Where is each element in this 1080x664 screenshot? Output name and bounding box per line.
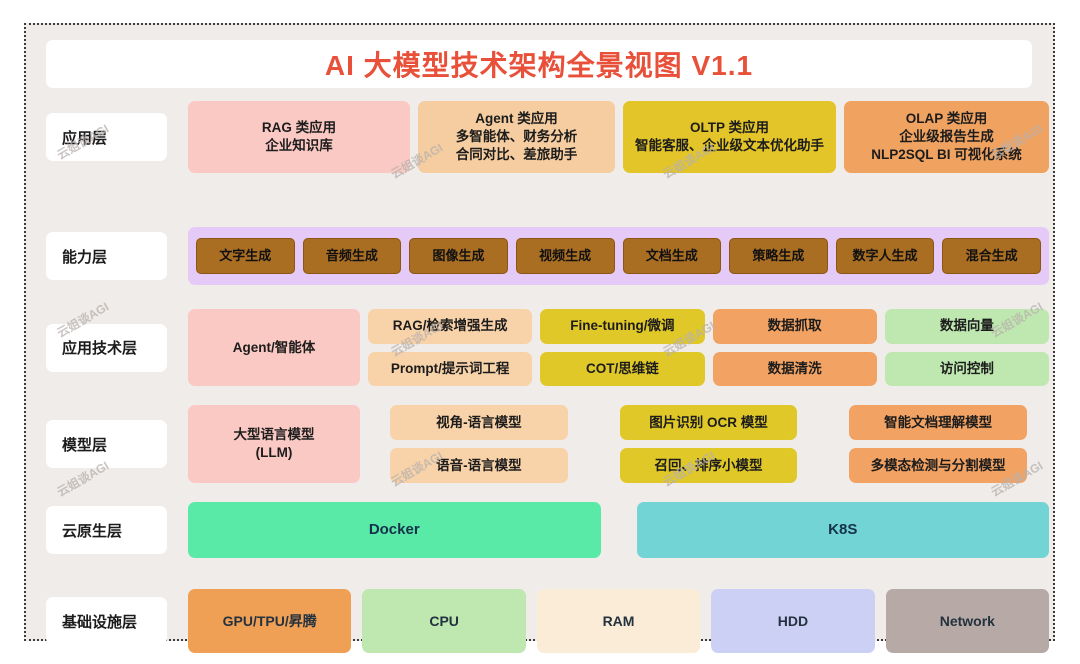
layer-row-application: 应用层 RAG 类应用 企业知识库 Agent 类应用 多智能体、财务分析 合同… bbox=[46, 101, 1049, 173]
layer-body-infrastructure: GPU/TPU/昇腾 CPU RAM HDD Network bbox=[188, 589, 1050, 653]
layer-body-cloud-native: Docker K8S bbox=[188, 502, 1049, 558]
model-chip-ocr[interactable]: 图片识别 OCR 模型 bbox=[619, 405, 798, 440]
app-card-oltp-line-2: 智能客服、企业级文本优化助手 bbox=[635, 138, 824, 153]
app-tech-column-agent: Agent/智能体 bbox=[188, 309, 360, 386]
model-chip-multimodal-segmentation[interactable]: 多模态检测与分割模型 bbox=[849, 448, 1028, 483]
model-chip-speech-language[interactable]: 语音-语言模型 bbox=[390, 448, 568, 483]
app-card-olap-line-3: NLP2SQL BI 可视化系统 bbox=[871, 146, 1022, 162]
layer-body-app-tech: Agent/智能体 RAG/检索增强生成 Prompt/提示词工程 Fine-t… bbox=[188, 309, 1049, 386]
app-card-olap[interactable]: OLAP 类应用 企业级报告生成 NLP2SQL BI 可视化系统 bbox=[844, 101, 1049, 173]
app-tech-chip-data-crawl[interactable]: 数据抓取 bbox=[712, 309, 877, 344]
app-tech-column-data: 数据抓取 数据清洗 bbox=[712, 309, 877, 386]
app-card-oltp[interactable]: OLTP 类应用 智能客服、企业级文本优化助手 bbox=[623, 101, 836, 173]
infra-chip-network[interactable]: Network bbox=[885, 589, 1050, 653]
capability-chip-video[interactable]: 视频生成 bbox=[515, 238, 615, 274]
app-tech-column-rag-prompt: RAG/检索增强生成 Prompt/提示词工程 bbox=[368, 309, 533, 386]
infra-chip-cpu[interactable]: CPU bbox=[362, 589, 526, 653]
app-card-agent[interactable]: Agent 类应用 多智能体、财务分析 合同对比、差旅助手 bbox=[418, 101, 615, 173]
model-column-vision-voice: 视角-语言模型 语音-语言模型 bbox=[368, 405, 590, 483]
model-column-ocr-rank: 图片识别 OCR 模型 召回、排序小模型 bbox=[598, 405, 820, 483]
layer-label-model: 模型层 bbox=[46, 420, 167, 468]
model-chip-llm-line-2: (LLM) bbox=[255, 445, 293, 460]
app-tech-chip-data-clean[interactable]: 数据清洗 bbox=[712, 351, 877, 386]
model-chip-recall-rank[interactable]: 召回、排序小模型 bbox=[619, 448, 798, 483]
model-chip-llm-line-1: 大型语言模型 bbox=[233, 427, 315, 443]
infra-chip-gpu[interactable]: GPU/TPU/昇腾 bbox=[188, 589, 352, 653]
layer-row-app-tech: 应用技术层 Agent/智能体 RAG/检索增强生成 Prompt/提示词工程 … bbox=[46, 309, 1049, 386]
layer-label-capability: 能力层 bbox=[46, 232, 167, 280]
capability-chip-document[interactable]: 文档生成 bbox=[622, 238, 722, 274]
infra-chip-ram[interactable]: RAM bbox=[536, 589, 701, 653]
model-column-doc-multimodal: 智能文档理解模型 多模态检测与分割模型 bbox=[827, 405, 1049, 483]
app-tech-chip-access-control[interactable]: 访问控制 bbox=[884, 351, 1049, 386]
app-tech-chip-agent[interactable]: Agent/智能体 bbox=[188, 309, 360, 386]
title-bar: AI 大模型技术架构全景视图 V1.1 bbox=[46, 40, 1032, 88]
app-card-olap-line-1: OLAP 类应用 bbox=[905, 111, 988, 127]
app-tech-chip-rag[interactable]: RAG/检索增强生成 bbox=[368, 309, 533, 344]
layer-row-cloud-native: 云原生层 Docker K8S bbox=[46, 502, 1049, 558]
app-tech-column-vector-access: 数据向量 访问控制 bbox=[884, 309, 1049, 386]
model-chip-doc-understanding[interactable]: 智能文档理解模型 bbox=[849, 405, 1028, 440]
capability-chip-audio[interactable]: 音频生成 bbox=[302, 238, 402, 274]
app-tech-chip-data-vector[interactable]: 数据向量 bbox=[884, 309, 1049, 344]
capability-chip-hybrid[interactable]: 混合生成 bbox=[942, 238, 1041, 274]
layer-body-application: RAG 类应用 企业知识库 Agent 类应用 多智能体、财务分析 合同对比、差… bbox=[188, 101, 1049, 173]
diagram-canvas: AI 大模型技术架构全景视图 V1.1 应用层 RAG 类应用 企业知识库 Ag… bbox=[0, 0, 1080, 664]
app-card-oltp-line-1: OLTP 类应用 bbox=[689, 120, 769, 136]
infra-chip-hdd[interactable]: HDD bbox=[711, 589, 875, 653]
layer-row-model: 模型层 大型语言模型 (LLM) 视角-语言模型 语音-语言模型 图片识别 OC… bbox=[46, 405, 1049, 483]
layer-label-infrastructure: 基础设施层 bbox=[46, 597, 167, 645]
diagram-frame: AI 大模型技术架构全景视图 V1.1 应用层 RAG 类应用 企业知识库 Ag… bbox=[24, 23, 1055, 653]
layer-label-app-tech: 应用技术层 bbox=[46, 323, 167, 372]
capability-chip-strategy[interactable]: 策略生成 bbox=[729, 238, 828, 274]
layer-label-cloud-native: 云原生层 bbox=[46, 506, 167, 554]
app-card-rag-line-2: 企业知识库 bbox=[265, 138, 333, 153]
model-chip-vision-language[interactable]: 视角-语言模型 bbox=[390, 405, 568, 440]
cloud-chip-k8s[interactable]: K8S bbox=[636, 502, 1049, 558]
layer-label-application: 应用层 bbox=[46, 113, 167, 161]
model-chip-llm[interactable]: 大型语言模型 (LLM) bbox=[188, 405, 360, 483]
layer-body-capability: 文字生成 音频生成 图像生成 视频生成 文档生成 策略生成 数字人生成 混合生成 bbox=[188, 227, 1049, 285]
app-tech-chip-prompt[interactable]: Prompt/提示词工程 bbox=[368, 351, 533, 386]
layer-row-capability: 能力层 文字生成 音频生成 图像生成 视频生成 文档生成 策略生成 数字人生成 … bbox=[46, 227, 1049, 285]
app-card-agent-line-3: 合同对比、差旅助手 bbox=[455, 146, 578, 162]
app-card-agent-line-1: Agent 类应用 bbox=[475, 111, 558, 127]
app-card-rag[interactable]: RAG 类应用 企业知识库 bbox=[188, 101, 410, 173]
capability-chip-image[interactable]: 图像生成 bbox=[409, 238, 508, 274]
layer-row-infrastructure: 基础设施层 GPU/TPU/昇腾 CPU RAM HDD Network bbox=[46, 589, 1050, 653]
app-card-agent-line-2: 多智能体、财务分析 bbox=[455, 129, 578, 145]
app-tech-chip-cot[interactable]: COT/思维链 bbox=[540, 351, 705, 386]
app-tech-column-finetune-cot: Fine-tuning/微调 COT/思维链 bbox=[540, 309, 705, 386]
capability-chip-digital-human[interactable]: 数字人生成 bbox=[835, 238, 935, 274]
diagram-board: AI 大模型技术架构全景视图 V1.1 应用层 RAG 类应用 企业知识库 Ag… bbox=[33, 32, 1050, 653]
capability-chip-text[interactable]: 文字生成 bbox=[196, 238, 295, 274]
layer-body-model: 大型语言模型 (LLM) 视角-语言模型 语音-语言模型 图片识别 OCR 模型… bbox=[188, 405, 1049, 483]
app-card-rag-line-1: RAG 类应用 bbox=[261, 120, 337, 136]
app-card-olap-line-2: 企业级报告生成 bbox=[899, 129, 994, 145]
cloud-chip-docker[interactable]: Docker bbox=[188, 502, 601, 558]
app-tech-chip-finetuning[interactable]: Fine-tuning/微调 bbox=[540, 309, 705, 344]
model-column-llm: 大型语言模型 (LLM) bbox=[188, 405, 360, 483]
page-title: AI 大模型技术架构全景视图 V1.1 bbox=[324, 50, 754, 81]
